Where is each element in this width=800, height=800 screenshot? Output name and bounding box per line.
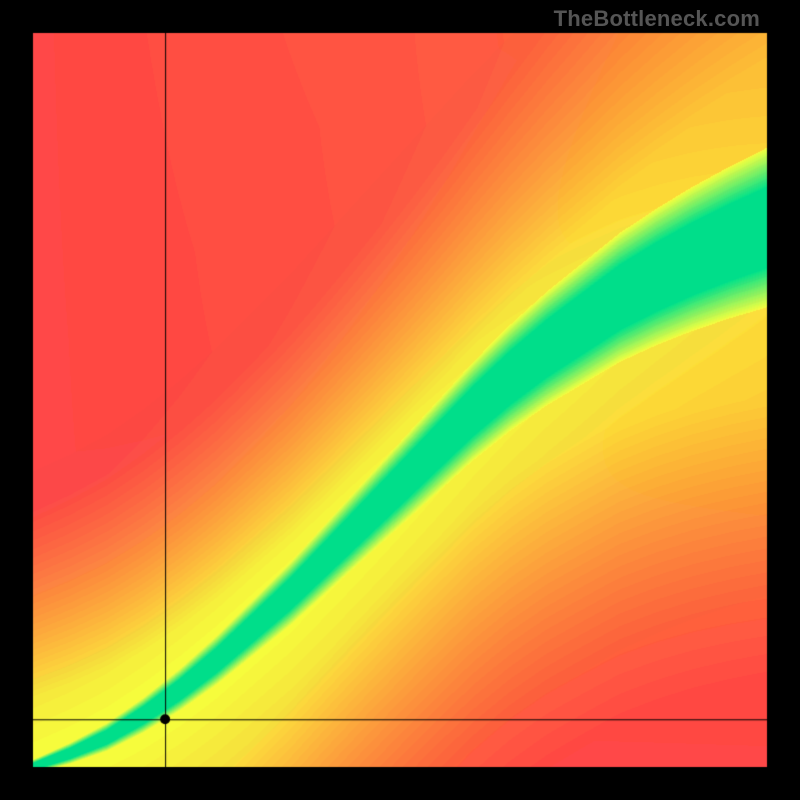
bottleneck-heatmap [0, 0, 800, 800]
watermark: TheBottleneck.com [554, 6, 760, 32]
